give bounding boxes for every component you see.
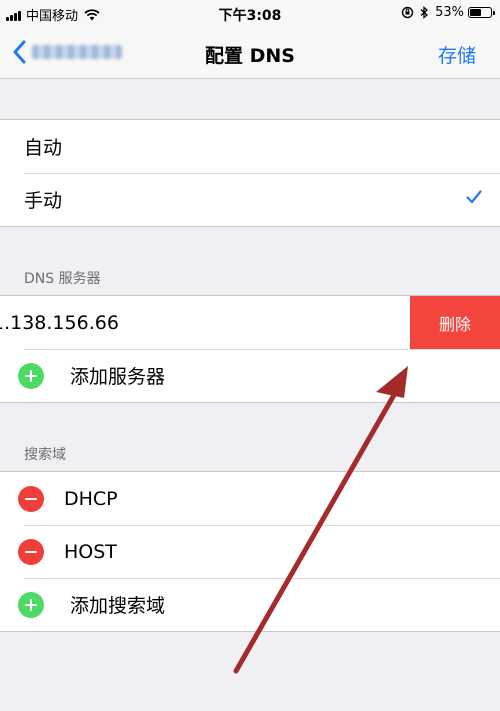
dns-servers-group: 1.138.156.66 删除 添加服务器 <box>0 295 500 403</box>
page-title: 配置 DNS <box>205 45 295 67</box>
mode-option-manual[interactable]: 手动 <box>0 173 500 226</box>
checkmark-icon <box>466 190 482 204</box>
search-domain-row[interactable]: HOST <box>0 525 500 578</box>
plus-circle-icon[interactable] <box>18 592 44 618</box>
dns-servers-header: DNS 服务器 <box>24 271 101 287</box>
orientation-lock-icon <box>401 6 414 19</box>
mode-option-auto[interactable]: 自动 <box>0 120 500 173</box>
status-bar-right: 53% <box>401 5 495 20</box>
dns-server-value: 1.138.156.66 <box>0 311 119 334</box>
add-search-domain-row[interactable]: 添加搜索域 <box>0 578 500 631</box>
mode-option-label: 手动 <box>24 190 63 212</box>
save-button[interactable]: 存储 <box>438 41 476 68</box>
search-domains-header: 搜索域 <box>24 447 66 463</box>
minus-circle-icon[interactable] <box>18 486 44 512</box>
battery-fill <box>470 9 481 16</box>
bluetooth-icon <box>420 6 429 19</box>
add-server-row[interactable]: 添加服务器 <box>0 349 500 402</box>
dns-server-row[interactable]: 1.138.156.66 删除 <box>0 296 500 350</box>
minus-circle-icon[interactable] <box>18 539 44 565</box>
dns-mode-group: 自动 手动 <box>0 119 500 227</box>
battery-icon <box>468 7 495 18</box>
navigation-bar: 配置 DNS 存储 <box>0 28 500 79</box>
search-domain-value: HOST <box>64 540 117 563</box>
search-domain-row[interactable]: DHCP <box>0 472 500 525</box>
add-search-domain-label: 添加搜索域 <box>70 595 166 617</box>
add-server-label: 添加服务器 <box>70 366 166 388</box>
battery-percent: 53% <box>435 5 464 20</box>
mode-option-label: 自动 <box>24 137 63 159</box>
status-bar: 中国移动 下午3:08 53% <box>0 0 500 28</box>
delete-button[interactable]: 删除 <box>410 296 500 350</box>
search-domains-group: DHCP HOST 添加搜索域 <box>0 471 500 632</box>
plus-circle-icon[interactable] <box>18 363 44 389</box>
search-domain-value: DHCP <box>64 487 118 510</box>
